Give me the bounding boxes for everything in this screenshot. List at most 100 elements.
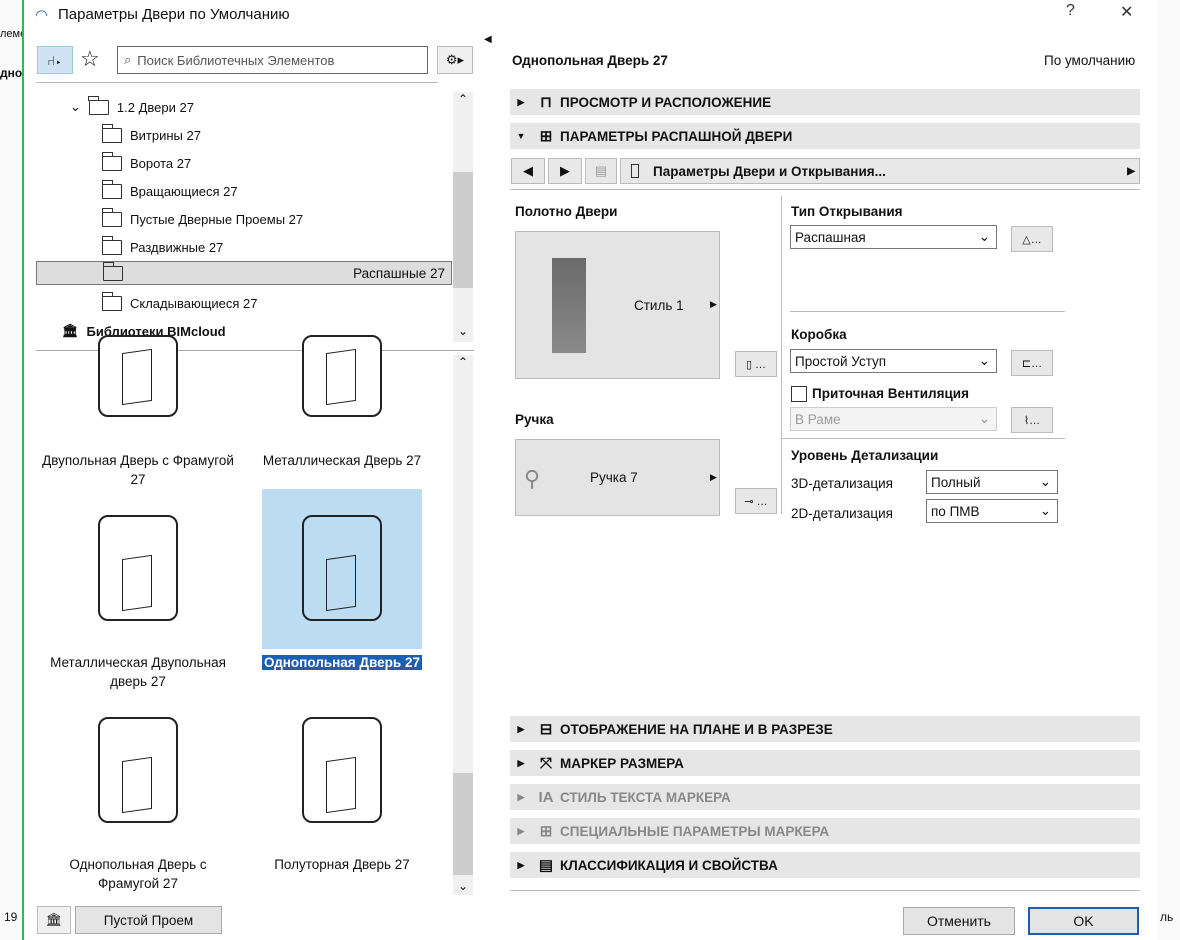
leaf-style-label: Стиль 1 bbox=[634, 298, 684, 313]
folder-icon bbox=[101, 207, 122, 227]
tree-item[interactable]: Ворота 27 bbox=[36, 149, 452, 177]
select-value: Полный bbox=[931, 474, 981, 490]
next-page-button[interactable]: ▶ bbox=[548, 158, 582, 184]
section-label: ПАРАМЕТРЫ РАСПАШНОЙ ДВЕРИ bbox=[560, 128, 793, 144]
tree-scrollbar[interactable]: ⌃ ⌄ bbox=[453, 92, 473, 342]
arrow-right-icon: ▶ bbox=[560, 163, 570, 178]
tree-item[interactable]: Вращающиеся 27 bbox=[36, 177, 452, 205]
section-dimension-marker[interactable]: ▶ ⤧ МАРКЕР РАЗМЕРА bbox=[510, 750, 1140, 776]
tree-label: Распашные 27 bbox=[353, 265, 445, 281]
scroll-down-icon[interactable]: ⌄ bbox=[453, 324, 473, 338]
tree-label: Вращающиеся 27 bbox=[130, 183, 238, 199]
scroll-up-icon[interactable]: ⌃ bbox=[453, 355, 473, 369]
door-frame-icon: ⊓ bbox=[540, 94, 552, 111]
library-icon: 🏛 bbox=[45, 912, 63, 927]
background-app-left: леме дно 19 bbox=[0, 0, 26, 940]
tree-item[interactable]: Раздвижные 27 bbox=[36, 233, 452, 261]
opening-type-select[interactable]: Распашная ⌄ bbox=[790, 225, 997, 249]
search-placeholder: Поиск Библиотечных Элементов bbox=[137, 52, 335, 68]
divider bbox=[781, 196, 782, 514]
divider bbox=[36, 82, 438, 83]
scroll-up-icon[interactable]: ⌃ bbox=[453, 92, 473, 106]
scroll-thumb[interactable] bbox=[453, 172, 473, 288]
arrow-left-icon: ◀ bbox=[523, 163, 533, 178]
help-button[interactable]: ? bbox=[1066, 2, 1075, 20]
section-preview-positioning[interactable]: ▶ ⊓ ПРОСМОТР И РАСПОЛОЖЕНИЕ bbox=[510, 89, 1140, 115]
favorites-star-icon[interactable]: ☆ bbox=[80, 46, 100, 72]
section-classification-properties[interactable]: ▶ ▤ КЛАССИФИКАЦИЯ И СВОЙСТВА bbox=[510, 852, 1140, 878]
grid-item-label[interactable]: Однопольная Дверь с Фрамугой 27 bbox=[38, 855, 238, 893]
frame-settings-button[interactable]: ⊏… bbox=[1011, 350, 1053, 376]
window-title: Параметры Двери по Умолчанию bbox=[58, 6, 290, 23]
frame-select[interactable]: Простой Уступ ⌄ bbox=[790, 349, 997, 373]
divider bbox=[790, 311, 1065, 312]
select-value: В Раме bbox=[795, 411, 841, 427]
chevron-down-icon: ⌄ bbox=[1039, 474, 1051, 489]
vent-icon: ⌇… bbox=[1023, 414, 1041, 427]
door-file-icon bbox=[302, 515, 382, 621]
folder-icon bbox=[88, 95, 109, 115]
handle-settings-button[interactable]: ⊸ … bbox=[735, 488, 777, 514]
scroll-down-icon[interactable]: ⌄ bbox=[453, 879, 473, 893]
ventilation-select[interactable]: В Раме ⌄ bbox=[790, 407, 997, 431]
tree-item[interactable]: Витрины 27 bbox=[36, 121, 452, 149]
frame-icon: ⊏… bbox=[1021, 357, 1043, 370]
door-file-icon bbox=[98, 717, 178, 823]
tree-label: Витрины 27 bbox=[130, 127, 201, 143]
library-manager-button[interactable]: 🏛 bbox=[37, 906, 71, 934]
opening-type-label: Тип Открывания bbox=[791, 204, 903, 219]
empty-opening-button[interactable]: Пустой Проем bbox=[75, 906, 222, 934]
ok-button[interactable]: OK bbox=[1028, 907, 1139, 935]
tree-label: 1.2 Двери 27 bbox=[116, 99, 194, 115]
tree-root[interactable]: ⌄ 1.2 Двери 27 bbox=[36, 93, 452, 121]
door-icon bbox=[631, 164, 639, 178]
params-icon: ⊞ bbox=[539, 823, 553, 840]
ventilation-checkbox[interactable] bbox=[791, 386, 807, 402]
handle-style-label: Ручка 7 bbox=[590, 470, 638, 485]
chevron-down-icon: ⌄ bbox=[978, 353, 990, 368]
section-marker-special-params[interactable]: ▶ ⊞ СПЕЦИАЛЬНЫЕ ПАРАМЕТРЫ МАРКЕРА bbox=[510, 818, 1140, 844]
section-marker-text-style[interactable]: ▶ IA СТИЛЬ ТЕКСТА МАРКЕРА bbox=[510, 784, 1140, 810]
grid-item-label: Однопольная Дверь 27 bbox=[262, 655, 422, 670]
scroll-thumb[interactable] bbox=[453, 773, 473, 875]
page-select[interactable]: Параметры Двери и Открывания... ▶ bbox=[620, 158, 1140, 184]
collapse-arrow-icon: ▼ bbox=[516, 131, 526, 141]
grid-item-label[interactable]: Металлическая Дверь 27 bbox=[242, 451, 442, 470]
library-icon: 🏛 bbox=[62, 323, 79, 338]
section-plan-section-display[interactable]: ▶ ⊟ ОТОБРАЖЕНИЕ НА ПЛАНЕ И В РАЗРЕЗЕ bbox=[510, 716, 1140, 742]
settings-button[interactable]: ⚙▸ bbox=[437, 46, 473, 74]
library-view-button[interactable]: ⑁▸ bbox=[37, 46, 73, 74]
list-doc-icon: ▤ bbox=[538, 857, 554, 874]
section-swing-door-params[interactable]: ▼ ⊞ ПАРАМЕТРЫ РАСПАШНОЙ ДВЕРИ bbox=[510, 123, 1140, 149]
leaf-settings-button[interactable]: ▯ … bbox=[735, 351, 777, 377]
page-edit-button[interactable]: ▤ bbox=[585, 158, 617, 184]
detail-2d-select[interactable]: по ПМВ ⌄ bbox=[926, 499, 1058, 523]
grid-scrollbar[interactable]: ⌃ ⌄ bbox=[453, 355, 473, 895]
tree-item[interactable]: Складывающиеся 27 bbox=[36, 289, 452, 317]
cancel-button[interactable]: Отменить bbox=[903, 907, 1015, 935]
close-button[interactable]: ✕ bbox=[1120, 2, 1133, 22]
prev-page-button[interactable]: ◀ bbox=[511, 158, 545, 184]
folder-icon bbox=[101, 179, 122, 199]
grid-item-label[interactable]: Полуторная Дверь 27 bbox=[242, 855, 442, 874]
ventilation-settings-button[interactable]: ⌇… bbox=[1011, 407, 1053, 433]
plan-icon: ⊟ bbox=[539, 721, 553, 738]
handle-style-picker[interactable]: ⚲ Ручка 7 ▶ bbox=[515, 439, 720, 516]
bg-text: 19 bbox=[4, 910, 18, 924]
tree-item[interactable]: Пустые Дверные Проемы 27 bbox=[36, 205, 452, 233]
grid-item-label[interactable]: Металлическая Двупольная дверь 27 bbox=[38, 653, 238, 691]
tree-item-selected[interactable]: Распашные 27 bbox=[36, 261, 452, 285]
chevron-down-icon: ⌄ bbox=[70, 99, 81, 114]
grid-item-selected[interactable]: Однопольная Дверь 27 bbox=[242, 653, 442, 672]
divider bbox=[782, 438, 1065, 439]
search-input[interactable]: ⌕ Поиск Библиотечных Элементов bbox=[117, 46, 428, 74]
leaf-style-picker[interactable]: Стиль 1 ▶ bbox=[515, 231, 720, 379]
frame-label: Коробка bbox=[791, 327, 847, 342]
expand-arrow-icon: ▶ bbox=[517, 825, 525, 836]
grid-item-label[interactable]: Двупольная Дверь с Фрамугой 27 bbox=[38, 451, 238, 489]
handle-icon: ⊸ … bbox=[744, 495, 768, 508]
detail-3d-select[interactable]: Полный ⌄ bbox=[926, 470, 1058, 494]
opening-type-settings-button[interactable]: △… bbox=[1011, 226, 1053, 252]
detail-3d-label: 3D-детализация bbox=[791, 476, 893, 491]
collapse-panel-icon[interactable]: ◀ bbox=[484, 34, 492, 45]
